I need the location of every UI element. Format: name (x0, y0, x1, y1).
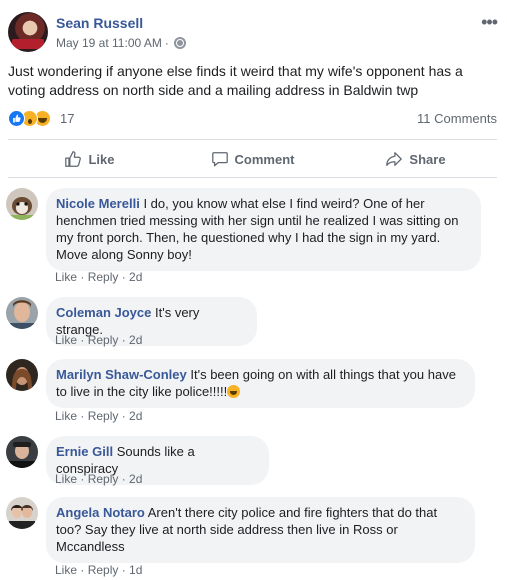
post-header: Sean Russell May 19 at 11:00 AM · ••• (8, 12, 499, 56)
reactions-summary: 17 11 Comments (8, 110, 497, 128)
meta-separator: · (164, 36, 169, 50)
divider (8, 139, 497, 140)
share-button[interactable]: Share (334, 141, 497, 177)
comment-age[interactable]: 2d (129, 472, 142, 486)
globe-icon[interactable] (173, 37, 186, 49)
commenter-name[interactable]: Nicole Merelli (56, 196, 140, 211)
more-options-icon[interactable]: ••• (481, 12, 498, 33)
comment-like-link[interactable]: Like (55, 563, 77, 577)
post-timestamp[interactable]: May 19 at 11:00 AM (56, 36, 162, 50)
like-icon (8, 110, 25, 127)
speech-bubble-icon (211, 152, 228, 167)
commenter-avatar[interactable] (6, 436, 38, 468)
comment-like-link[interactable]: Like (55, 472, 77, 486)
comment-age[interactable]: 2d (129, 333, 142, 347)
post-action-bar: Like Comment Share (8, 141, 497, 177)
laughing-emoji-icon (227, 385, 241, 398)
comment-button-label: Comment (234, 151, 295, 167)
like-button[interactable]: Like (8, 141, 171, 177)
divider (8, 177, 497, 178)
comment-actions: Like · Reply · 1d (55, 563, 143, 577)
comment-bubble: Angela Notaro Aren't there city police a… (46, 497, 475, 563)
reaction-icons[interactable] (8, 110, 51, 127)
comment-count[interactable]: 11 Comments (417, 111, 497, 126)
comment-reply-link[interactable]: Reply (88, 472, 119, 486)
comment-reply-link[interactable]: Reply (88, 270, 119, 284)
comment-like-link[interactable]: Like (55, 333, 77, 347)
comment-age[interactable]: 1d (129, 563, 142, 577)
commenter-avatar[interactable] (6, 188, 38, 220)
comment-actions: Like · Reply · 2d (55, 333, 143, 347)
share-button-label: Share (409, 151, 446, 167)
commenter-name[interactable]: Marilyn Shaw-Conley (56, 367, 187, 382)
comment-age[interactable]: 2d (129, 270, 142, 284)
comment-bubble: Marilyn Shaw-Conley It's been going on w… (46, 359, 475, 408)
comment-like-link[interactable]: Like (55, 409, 77, 423)
commenter-name[interactable]: Coleman Joyce (56, 305, 151, 320)
thumbs-up-icon (65, 151, 82, 167)
comment-actions: Like · Reply · 2d (55, 409, 143, 423)
comment-reply-link[interactable]: Reply (88, 563, 119, 577)
commenter-avatar[interactable] (6, 359, 38, 391)
comment-button[interactable]: Comment (171, 141, 334, 177)
comment-actions: Like · Reply · 2d (55, 472, 143, 486)
comment-reply-link[interactable]: Reply (88, 409, 119, 423)
comment-reply-link[interactable]: Reply (88, 333, 119, 347)
commenter-avatar[interactable] (6, 497, 38, 529)
commenter-name[interactable]: Ernie Gill (56, 444, 113, 459)
commenter-name[interactable]: Angela Notaro (56, 505, 145, 520)
comment-bubble: Nicole Merelli I do, you know what else … (46, 188, 481, 271)
poster-avatar[interactable] (8, 12, 48, 52)
like-button-label: Like (88, 151, 115, 167)
post-text: Just wondering if anyone else finds it w… (8, 63, 463, 98)
comment-actions: Like · Reply · 2d (55, 270, 143, 284)
poster-name[interactable]: Sean Russell (56, 15, 143, 31)
commenter-avatar[interactable] (6, 297, 38, 329)
comment-like-link[interactable]: Like (55, 270, 77, 284)
comment-age[interactable]: 2d (129, 409, 142, 423)
share-arrow-icon (386, 152, 403, 166)
post-meta: May 19 at 11:00 AM · (56, 36, 186, 50)
reaction-count[interactable]: 17 (60, 111, 74, 126)
